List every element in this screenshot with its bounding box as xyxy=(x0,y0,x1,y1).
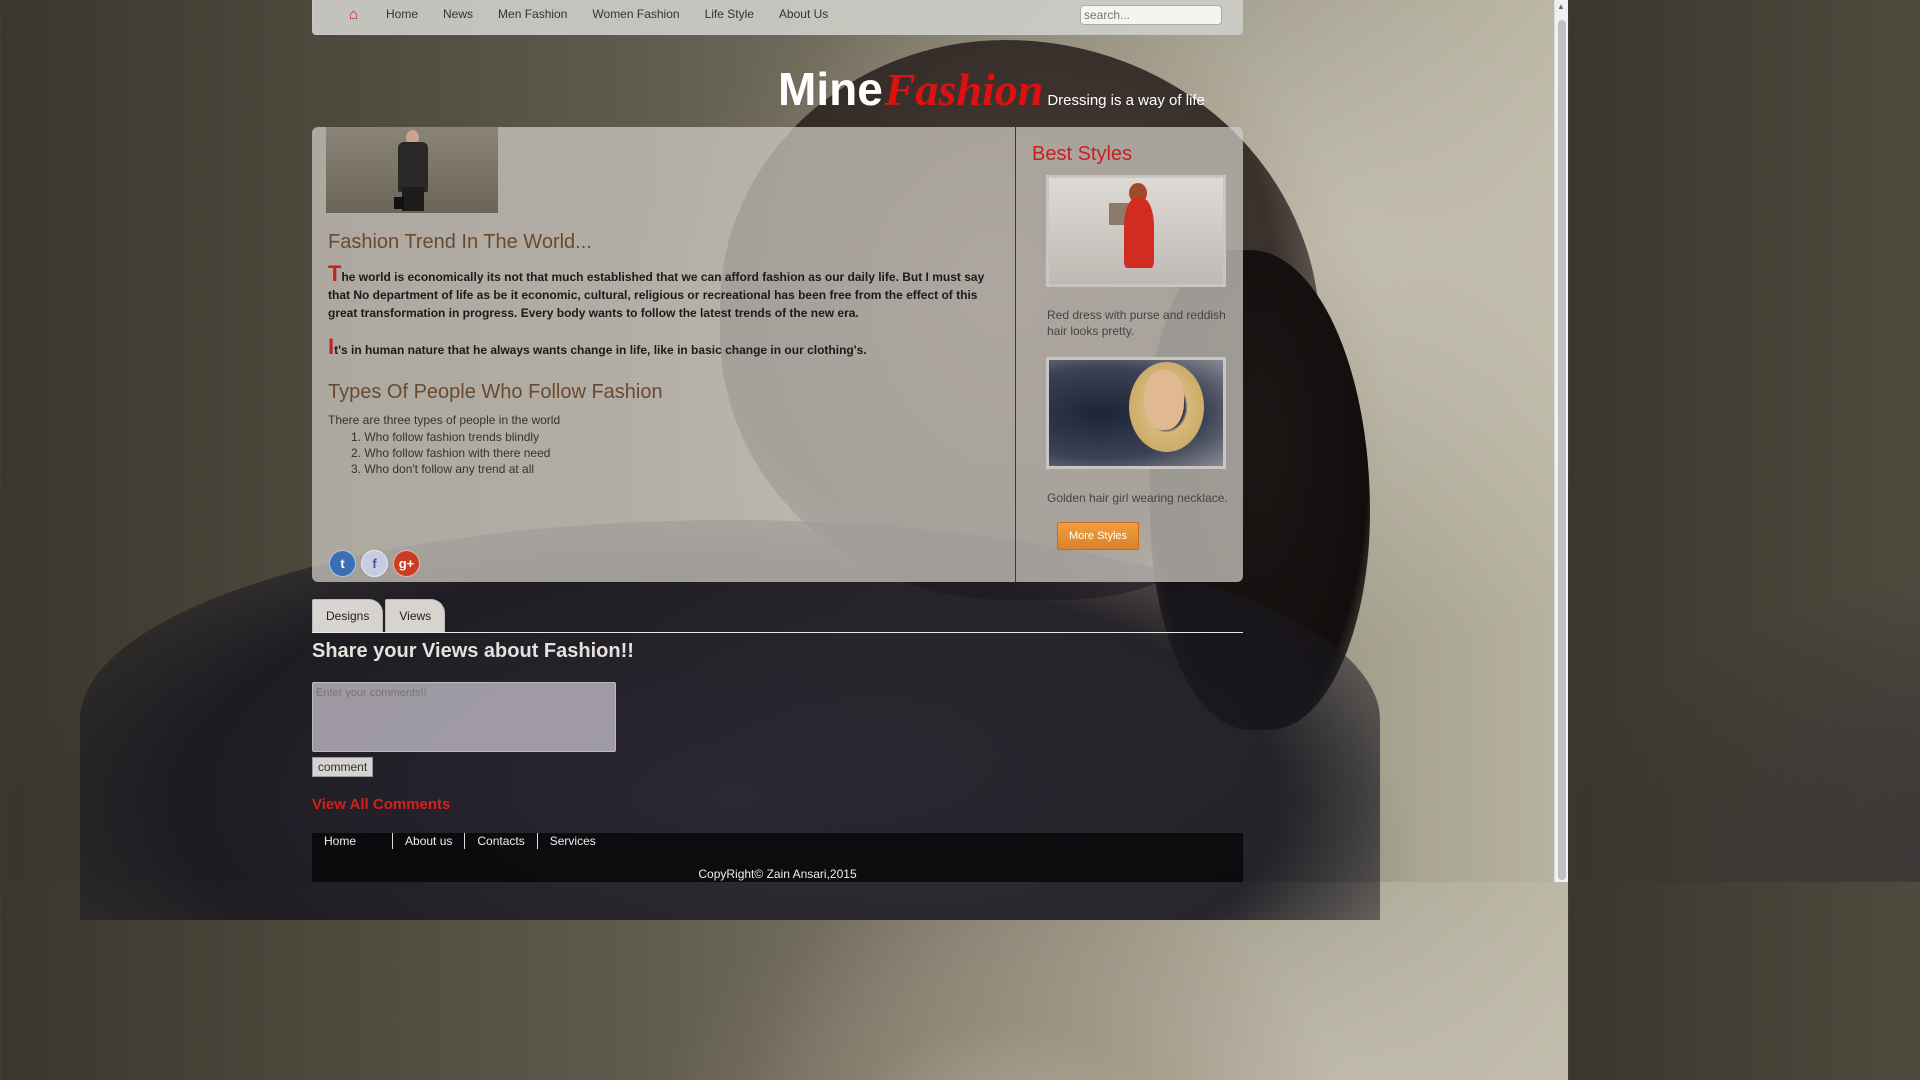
list-text: Who follow fashion with there need xyxy=(364,446,551,460)
top-navbar: ⌂ Home News Men Fashion Women Fashion Li… xyxy=(312,0,1243,35)
tab-designs[interactable]: Designs xyxy=(312,599,384,632)
list-text: Who follow fashion trends blindly xyxy=(364,430,540,444)
home-icon[interactable]: ⌂ xyxy=(349,6,358,23)
heading-fashion-trend: Fashion Trend In The World... xyxy=(328,231,592,253)
figure-legs xyxy=(402,187,424,211)
figure-face xyxy=(1144,370,1184,430)
style-caption-golden-hair: Golden hair girl wearing necklace. xyxy=(1047,491,1228,505)
comment-button[interactable]: comment xyxy=(312,757,373,777)
scrollbar-thumb[interactable] xyxy=(1558,20,1566,880)
hero-image-man xyxy=(326,127,498,213)
list-text: Who don't follow any trend at all xyxy=(364,462,535,476)
best-styles-title: Best Styles xyxy=(1032,143,1133,165)
paragraph-text: t's in human nature that he always wants… xyxy=(334,343,867,357)
twitter-icon[interactable]: t xyxy=(329,550,356,577)
tab-divider xyxy=(312,632,1243,633)
list-item: 3. Who don't follow any trend at all xyxy=(344,461,550,477)
figure-bag xyxy=(394,197,404,209)
scroll-up-icon[interactable]: ▲ xyxy=(1557,2,1565,11)
dropcap: T xyxy=(328,261,342,286)
list-item: 1. Who follow fashion trends blindly xyxy=(344,429,550,445)
main-column: Fashion Trend In The World... The world … xyxy=(312,127,1016,582)
heading-types-of-people: Types Of People Who Follow Fashion xyxy=(328,381,663,403)
more-styles-button[interactable]: More Styles xyxy=(1057,522,1139,550)
search-input[interactable] xyxy=(1080,5,1222,25)
view-all-comments-link[interactable]: View All Comments xyxy=(312,796,450,813)
list-item: 2. Who follow fashion with there need xyxy=(344,445,550,461)
figure-body xyxy=(398,142,428,192)
nav-item-women-fashion[interactable]: Women Fashion xyxy=(592,7,679,21)
facebook-icon[interactable]: f xyxy=(361,550,388,577)
footer-link-services[interactable]: Services xyxy=(538,833,608,849)
types-intro: There are three types of people in the w… xyxy=(328,413,561,427)
logo-tagline: Dressing is a way of life xyxy=(1047,92,1205,109)
nav-menu: Home News Men Fashion Women Fashion Life… xyxy=(386,7,853,21)
share-views-title: Share your Views about Fashion!! xyxy=(312,640,634,662)
tab-views[interactable]: Views xyxy=(385,599,446,632)
nav-item-news[interactable]: News xyxy=(443,7,473,21)
nav-item-life-style[interactable]: Life Style xyxy=(705,7,754,21)
page-scrollbar[interactable]: ▲ xyxy=(1554,0,1568,882)
list-number: 1. xyxy=(350,430,361,444)
footer-link-home[interactable]: Home xyxy=(312,833,394,849)
footer: Home About us Contacts Services CopyRigh… xyxy=(312,833,1243,882)
paragraph-text: he world is economically its not that mu… xyxy=(328,270,985,320)
nav-item-men-fashion[interactable]: Men Fashion xyxy=(498,7,567,21)
site-logo[interactable]: MineFashion Dressing is a way of life xyxy=(778,62,1205,115)
nav-item-about-us[interactable]: About Us xyxy=(779,7,828,21)
types-list: 1. Who follow fashion trends blindly 2. … xyxy=(344,429,550,477)
list-number: 3. xyxy=(350,462,361,476)
figure-dress xyxy=(1124,198,1154,268)
logo-fashion: Fashion xyxy=(884,64,1044,115)
google-plus-icon[interactable]: g+ xyxy=(393,550,420,577)
content-panel: Fashion Trend In The World... The world … xyxy=(312,127,1243,582)
footer-link-about-us[interactable]: About us xyxy=(393,833,466,849)
style-image-red-dress[interactable] xyxy=(1046,175,1226,287)
paragraph-human-nature: It's in human nature that he always want… xyxy=(328,336,992,359)
logo-mine: Mine xyxy=(778,63,883,115)
style-caption-red-dress: Red dress with purse and reddish hair lo… xyxy=(1047,308,1226,338)
copyright-text: CopyRight© Zain Ansari,2015 xyxy=(698,867,857,881)
list-number: 2. xyxy=(350,446,361,460)
tab-bar: Designs Views xyxy=(312,599,447,632)
comment-input[interactable] xyxy=(312,682,616,752)
footer-link-contacts[interactable]: Contacts xyxy=(465,833,538,849)
social-icons: t f g+ xyxy=(329,550,425,577)
style-image-golden-hair[interactable] xyxy=(1046,357,1226,469)
paragraph-trend: The world is economically its not that m… xyxy=(328,263,992,322)
footer-links: Home About us Contacts Services xyxy=(312,833,608,849)
nav-item-home[interactable]: Home xyxy=(386,7,418,21)
